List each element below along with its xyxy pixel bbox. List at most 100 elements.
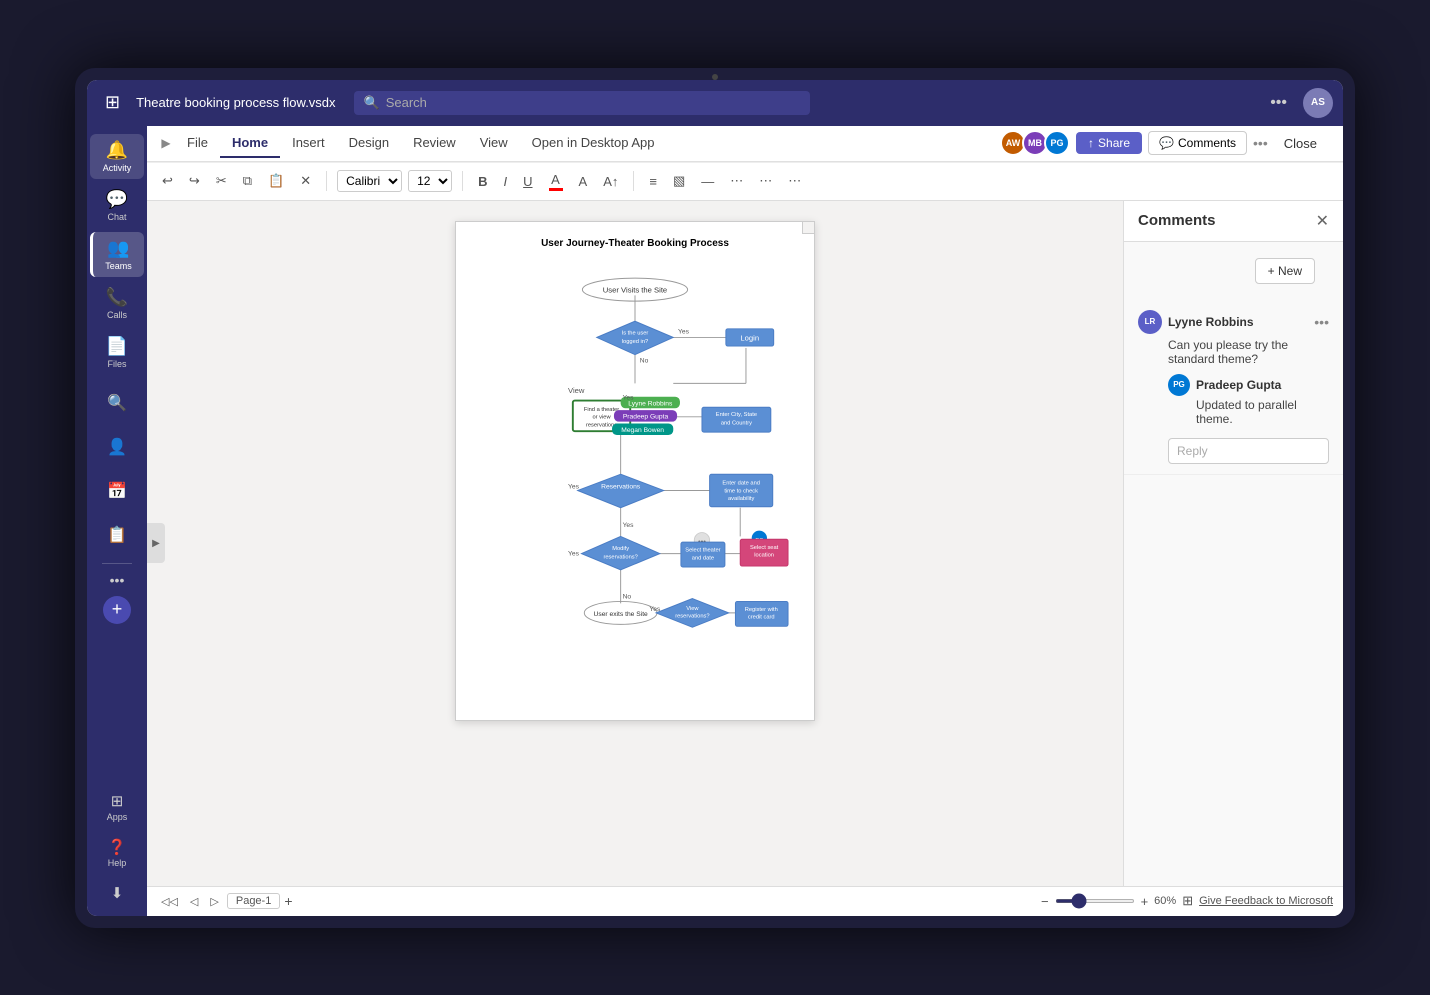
sidebar-item-calls[interactable]: 📞 Calls bbox=[90, 281, 144, 326]
top-bar-more[interactable]: ••• bbox=[1262, 90, 1295, 116]
zoom-in-button[interactable]: + bbox=[1141, 894, 1149, 909]
more-tools-2[interactable]: ⋯ bbox=[754, 170, 777, 192]
comments-close-button[interactable]: ✕ bbox=[1316, 211, 1329, 231]
comments-title: Comments bbox=[1138, 212, 1216, 229]
sidebar-more[interactable]: ••• bbox=[110, 572, 125, 588]
svg-text:Register with: Register with bbox=[745, 607, 778, 613]
tab-design[interactable]: Design bbox=[337, 129, 401, 158]
add-page-button[interactable]: + bbox=[284, 893, 292, 909]
svg-text:Yes: Yes bbox=[623, 521, 635, 528]
sidebar-item-chat[interactable]: 💬 Chat bbox=[90, 183, 144, 228]
nav-first-button[interactable]: ◁◁ bbox=[157, 893, 182, 910]
sidebar-item-download[interactable]: ⬇ bbox=[90, 878, 144, 908]
bold-button[interactable]: B bbox=[473, 171, 492, 192]
more-tools-1[interactable]: ⋯ bbox=[725, 170, 748, 192]
increase-font-button[interactable]: A↑ bbox=[598, 171, 623, 192]
font-size-select[interactable]: 12 bbox=[408, 170, 452, 192]
align-button[interactable]: ≡ bbox=[644, 171, 662, 192]
redo-button[interactable]: ↪ bbox=[184, 170, 205, 192]
svg-text:location: location bbox=[754, 552, 774, 558]
svg-text:Yes: Yes bbox=[568, 483, 580, 490]
svg-text:Yes: Yes bbox=[623, 394, 635, 401]
italic-button[interactable]: I bbox=[499, 171, 513, 192]
text-box-button[interactable]: A bbox=[574, 171, 593, 192]
sidebar-item-help[interactable]: ❓ Help bbox=[90, 832, 144, 874]
search-input[interactable] bbox=[386, 95, 800, 110]
ribbon-tools: ↩ ↪ ✂ ⧉ 📋 ✕ Calibri 12 bbox=[147, 162, 1343, 200]
copy-button[interactable]: ⧉ bbox=[238, 170, 257, 192]
tab-insert[interactable]: Insert bbox=[280, 129, 337, 158]
sidebar-label-activity: Activity bbox=[103, 163, 132, 173]
delete-button[interactable]: ✕ bbox=[295, 170, 316, 192]
line-button[interactable]: — bbox=[696, 171, 719, 192]
grid-view-icon[interactable]: ⊞ bbox=[1182, 893, 1193, 909]
reply-input-1[interactable] bbox=[1168, 438, 1329, 464]
reply-avatar-pg: PG bbox=[1168, 374, 1190, 396]
sidebar-item-files[interactable]: 📄 Files bbox=[90, 330, 144, 375]
share-button[interactable]: ↑ Share bbox=[1076, 132, 1142, 154]
zoom-slider[interactable] bbox=[1055, 899, 1135, 903]
app-grid-icon[interactable]: ⊞ bbox=[97, 88, 128, 117]
comments-new-row: + New bbox=[1124, 242, 1343, 300]
collapse-handle[interactable]: ▶ bbox=[147, 523, 165, 563]
font-color-button[interactable]: A bbox=[544, 169, 568, 194]
sidebar-item-apps[interactable]: ⊞ Apps bbox=[90, 786, 144, 828]
sidebar-label-teams: Teams bbox=[105, 261, 132, 271]
underline-button[interactable]: U bbox=[518, 171, 537, 192]
tab-home[interactable]: Home bbox=[220, 129, 280, 158]
sidebar-label-chat: Chat bbox=[107, 212, 126, 222]
svg-text:Select seat: Select seat bbox=[750, 544, 779, 550]
canvas-container[interactable]: User Journey-Theater Booking Process bbox=[147, 201, 1123, 886]
sidebar-icon-history[interactable]: 📋 bbox=[97, 515, 137, 555]
tab-open-desktop[interactable]: Open in Desktop App bbox=[520, 129, 667, 158]
page-indicator: Page-1 bbox=[227, 893, 280, 909]
search-icon: 🔍 bbox=[364, 95, 380, 111]
svg-text:credit card: credit card bbox=[748, 614, 775, 620]
nav-next-button[interactable]: ▷ bbox=[206, 893, 222, 910]
undo-button[interactable]: ↩ bbox=[157, 170, 178, 192]
sidebar-label-calls: Calls bbox=[107, 310, 127, 320]
user-avatar[interactable]: AS bbox=[1303, 88, 1333, 118]
zoom-out-button[interactable]: − bbox=[1041, 894, 1049, 909]
calls-icon: 📞 bbox=[106, 287, 128, 308]
expand-icon[interactable]: ▶ bbox=[161, 136, 170, 150]
sidebar-label-files: Files bbox=[107, 359, 126, 369]
tab-review[interactable]: Review bbox=[401, 129, 468, 158]
svg-text:Login: Login bbox=[740, 333, 759, 342]
font-family-select[interactable]: Calibri bbox=[337, 170, 402, 192]
tab-file[interactable]: File bbox=[175, 129, 220, 158]
comments-button[interactable]: 💬 Comments bbox=[1148, 131, 1247, 155]
cut-button[interactable]: ✂ bbox=[211, 170, 232, 192]
sidebar-item-teams[interactable]: 👥 Teams bbox=[90, 232, 144, 277]
comment-dots-1[interactable]: ••• bbox=[1314, 314, 1329, 330]
tab-view[interactable]: View bbox=[468, 129, 520, 158]
svg-text:User Visits the Site: User Visits the Site bbox=[603, 285, 667, 294]
new-comment-button[interactable]: + New bbox=[1255, 258, 1315, 284]
comment-avatar-lr: LR bbox=[1138, 310, 1162, 334]
feedback-link[interactable]: Give Feedback to Microsoft bbox=[1199, 895, 1333, 907]
sidebar-item-activity[interactable]: 🔔 Activity bbox=[90, 134, 144, 179]
sidebar-label-apps: Apps bbox=[107, 812, 128, 822]
collab-avatar-pg[interactable]: PG bbox=[1044, 130, 1070, 156]
more-tools-3[interactable]: ⋯ bbox=[783, 170, 806, 192]
diagram-title: User Journey-Theater Booking Process bbox=[472, 238, 798, 249]
sidebar: 🔔 Activity 💬 Chat 👥 Teams 📞 Calls 📄 bbox=[87, 126, 147, 916]
svg-text:Pradeep Gupta: Pradeep Gupta bbox=[623, 413, 669, 420]
svg-text:Megan Bowen: Megan Bowen bbox=[621, 427, 664, 434]
fill-button[interactable]: ▧ bbox=[668, 170, 690, 192]
collab-avatars: AW MB PG bbox=[1004, 130, 1070, 156]
svg-text:and date: and date bbox=[692, 555, 714, 561]
sidebar-icon-search[interactable]: 🔍 bbox=[97, 383, 137, 423]
nav-prev-button[interactable]: ◁ bbox=[186, 893, 202, 910]
paste-button[interactable]: 📋 bbox=[263, 170, 289, 192]
comment-icon: 💬 bbox=[1159, 136, 1174, 150]
comment-username-lr: Lyyne Robbins bbox=[1168, 315, 1254, 329]
sidebar-icon-people[interactable]: 👤 bbox=[97, 427, 137, 467]
sidebar-add-button[interactable]: + bbox=[103, 596, 131, 624]
svg-text:availability: availability bbox=[728, 496, 755, 502]
zoom-percent: 60% bbox=[1154, 895, 1176, 907]
main-area: 🔔 Activity 💬 Chat 👥 Teams 📞 Calls 📄 bbox=[87, 126, 1343, 916]
sidebar-icon-calendar[interactable]: 📅 bbox=[97, 471, 137, 511]
close-button[interactable]: Close bbox=[1274, 132, 1327, 155]
ribbon-more[interactable]: ••• bbox=[1253, 135, 1268, 151]
